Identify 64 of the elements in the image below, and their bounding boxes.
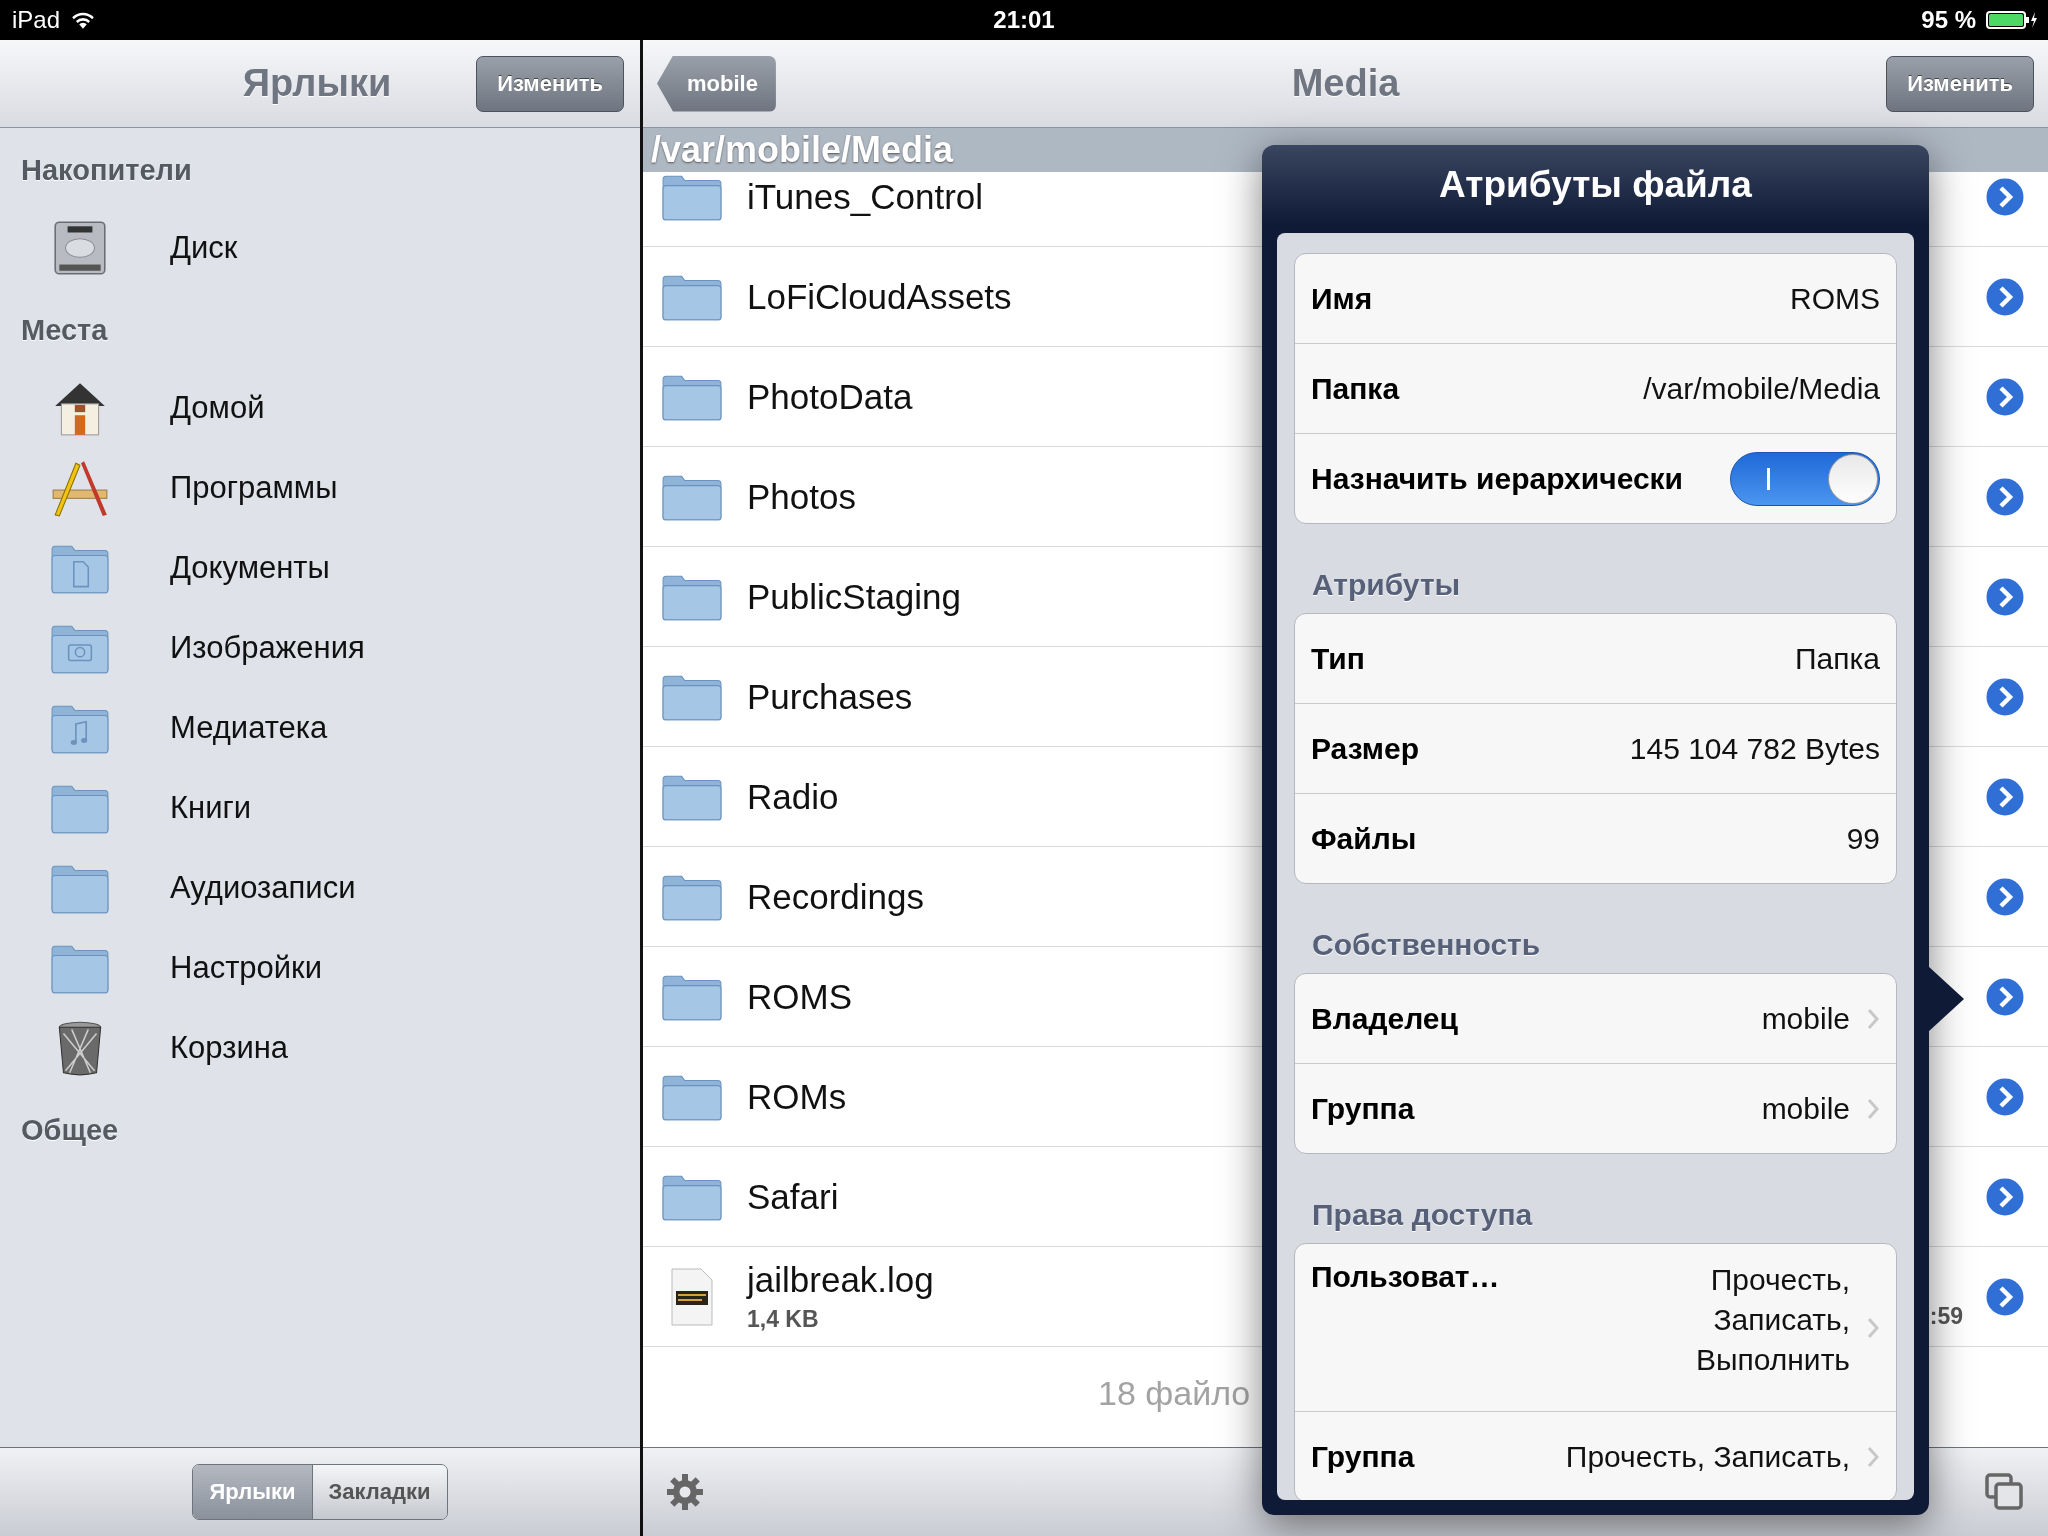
group-header: Атрибуты: [1311, 567, 1462, 603]
pencil-ruler-brush-icon: [49, 459, 111, 517]
sidebar-item[interactable]: Настройки: [170, 950, 322, 986]
sidebar-item[interactable]: Корзина: [170, 1030, 289, 1066]
attribute-label: Группа: [1311, 1439, 1415, 1474]
sidebar-item[interactable]: Диск: [170, 230, 238, 266]
attribute-value: 99: [1846, 820, 1880, 857]
modified-time: :59: [1929, 1303, 1963, 1330]
file-name[interactable]: iTunes_Control: [747, 176, 984, 217]
attribute-label: Пользоват…: [1311, 1260, 1500, 1294]
attribute-value: ROMS: [1790, 280, 1880, 317]
group-header: Права доступа: [1311, 1197, 1534, 1233]
attribute-label: Файлы: [1311, 821, 1417, 856]
attribute-value: Прочесть, Записать,: [1565, 1438, 1850, 1475]
wifi-icon: [70, 10, 97, 30]
attribute-value: Прочесть, Записать, Выполнить: [1695, 1262, 1850, 1378]
toggle-switch[interactable]: [1730, 451, 1880, 506]
sidebar-title: Ярлыки: [242, 62, 392, 105]
clock-time: 21:01: [993, 6, 1055, 34]
sidebar-item[interactable]: Медиатека: [170, 710, 328, 746]
file-name[interactable]: LoFiCloudAssets: [747, 276, 1012, 317]
section-header: Общее: [21, 1113, 120, 1148]
file-name[interactable]: Photos: [747, 476, 856, 517]
attribute-label: Группа: [1311, 1091, 1415, 1126]
file-name[interactable]: Radio: [747, 776, 839, 817]
battery-percent: 95 %: [1921, 6, 1976, 34]
file-size: 1,4 KB: [747, 1306, 820, 1333]
attribute-value: 145 104 782 Bytes: [1629, 730, 1880, 767]
attribute-label: Назначить иерархически: [1311, 461, 1684, 496]
sidebar-item[interactable]: Документы: [170, 550, 330, 586]
section-header: Накопители: [21, 153, 193, 188]
attribute-value: /var/mobile/Media: [1643, 370, 1880, 407]
file-name[interactable]: Safari: [747, 1176, 839, 1217]
attribute-label: Тип: [1311, 641, 1365, 676]
settings-icon[interactable]: [665, 1472, 705, 1512]
file-name[interactable]: Recordings: [747, 876, 925, 917]
device-name: iPad: [12, 6, 61, 34]
file-name[interactable]: Purchases: [747, 676, 913, 717]
sidebar-item[interactable]: Домой: [170, 390, 265, 426]
file-name[interactable]: jailbreak.log: [747, 1260, 934, 1300]
segment-tab[interactable]: Закладки: [311, 1465, 447, 1519]
file-count: 18 файло: [1098, 1374, 1251, 1412]
sidebar-item[interactable]: Программы: [170, 470, 338, 506]
popover-arrow: [1928, 966, 1966, 1032]
group-header: Собственность: [1311, 927, 1542, 963]
attribute-label: Имя: [1311, 281, 1373, 316]
file-name[interactable]: ROMs: [747, 1076, 847, 1117]
windows-icon[interactable]: [1984, 1472, 2024, 1512]
attribute-label: Владелец: [1311, 1001, 1458, 1036]
file-name[interactable]: PhotoData: [747, 376, 913, 417]
attribute-value: mobile: [1761, 1090, 1850, 1127]
attribute-label: Папка: [1311, 371, 1400, 406]
folder-title: Media: [1291, 62, 1400, 105]
attribute-value: mobile: [1761, 1000, 1850, 1037]
attribute-label: Размер: [1311, 731, 1420, 766]
sidebar-item[interactable]: Аудиозаписи: [170, 870, 356, 906]
section-header: Места: [21, 313, 109, 348]
attribute-value: Папка: [1795, 640, 1880, 677]
sidebar-item[interactable]: Книги: [170, 790, 252, 826]
battery-charging-icon: [1986, 10, 2038, 30]
log-file-icon: [669, 1266, 715, 1327]
file-name[interactable]: ROMS: [747, 976, 852, 1017]
file-name[interactable]: PublicStaging: [747, 576, 962, 617]
sidebar-item[interactable]: Изображения: [170, 630, 365, 666]
